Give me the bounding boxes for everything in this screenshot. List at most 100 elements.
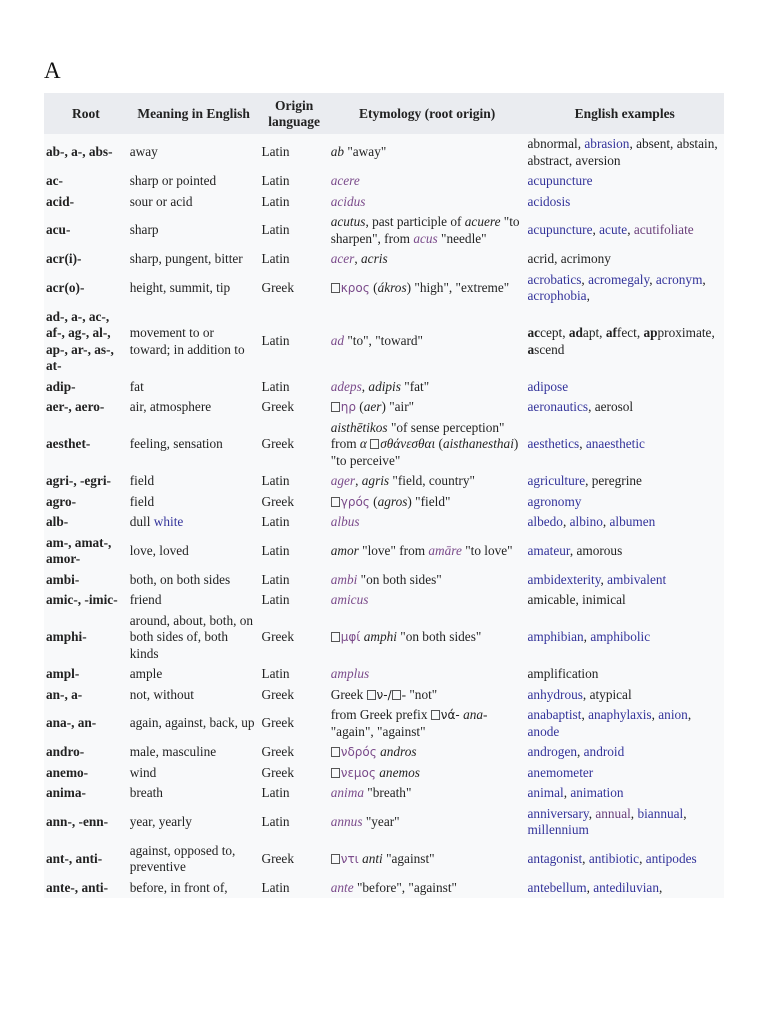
examples-cell: accept, adapt, affect, approximate, asce… [526,307,724,377]
example-link[interactable]: antipodes [646,851,697,866]
example-link[interactable]: androgen [528,744,577,759]
etymology-link[interactable]: amplus [331,666,369,681]
examples-cell: anemometer [526,763,724,784]
etymology-text: andros [380,744,417,759]
example-link[interactable]: acrophobia [528,288,587,303]
examples-cell: agriculture, peregrine [526,471,724,492]
example-link[interactable]: animal [528,785,564,800]
etymology-link[interactable]: annus [331,814,363,829]
example-link[interactable]: ambivalent [607,572,666,587]
etymology-link[interactable]: ντι [341,852,359,866]
example-link[interactable]: acromegaly [588,272,649,287]
example-link[interactable]: antediluvian [593,880,659,895]
example-link[interactable]: anniversary [528,806,589,821]
example-link[interactable]: antagonist [528,851,583,866]
etymology-link[interactable]: amicus [331,592,369,607]
header-examples[interactable]: English examples [525,93,724,134]
etymology-link[interactable]: amāre [428,543,461,558]
example-link[interactable]: acrobatics [528,272,582,287]
header-etymology[interactable]: Etymology (root origin) [328,93,526,134]
root-cell: acu- [46,222,71,238]
example-link[interactable]: acutifoliate [634,222,694,237]
etymology-text: agros [377,493,408,509]
example-text: , atypical [582,686,632,702]
etymology-link[interactable]: ager [331,473,355,488]
etymology-text: "breath" [363,785,412,800]
meaning-cell: friend [129,592,162,607]
example-link[interactable]: amphibian [528,629,584,644]
etymology-link[interactable]: acere [331,173,360,188]
header-root[interactable]: Root [44,93,128,134]
etymology-link[interactable]: acus [413,231,437,246]
etymology-link[interactable]: ante [331,880,354,895]
example-link[interactable]: anion [658,707,688,722]
etymology-link[interactable]: acer [331,251,355,266]
header-meaning[interactable]: Meaning in English [127,93,260,134]
etymology-link[interactable]: γρός [341,495,370,509]
example-link[interactable]: anabaptist [528,707,582,722]
header-origin-language[interactable]: Origin language [259,93,329,134]
etymology-text: amor [330,542,359,558]
example-link[interactable]: antibiotic [589,851,639,866]
etymology-cell: ηρ (aer) "air" [329,397,526,418]
root-cell: alb- [46,514,69,529]
example-link[interactable]: millennium [528,822,589,837]
example-link[interactable]: annual [595,806,630,821]
etymology-link[interactable]: adeps [331,379,362,394]
section-heading: A [44,58,61,83]
example-link[interactable]: anhydrous [528,687,583,702]
etymology-text: ( [369,279,378,295]
etymology-text: acris [361,251,388,266]
example-link[interactable]: albumen [610,514,656,529]
example-link[interactable]: agronomy [528,494,582,509]
etymology-link[interactable]: ηρ [341,400,356,414]
example-link[interactable]: android [584,744,625,759]
meaning-link[interactable]: white [154,514,184,529]
meaning-cell: sharp or pointed [129,173,217,188]
example-link[interactable]: albedo [528,514,563,529]
table-row: andro-male, masculine Greek νδρός andros an… [44,742,724,763]
example-link[interactable]: abrasion [584,136,629,151]
example-text: apt, [582,325,606,340]
example-link[interactable]: acronym [656,272,703,287]
etymology-link[interactable]: κρος [341,281,370,295]
etymology-cell: ante "before", "against" [329,878,526,899]
example-link[interactable]: aesthetics [528,436,580,451]
example-link[interactable]: adipose [528,379,569,394]
etymology-link[interactable]: albus [331,514,360,529]
example-link[interactable]: amateur [528,543,570,558]
etymology-cell: ad "to", "toward" [329,307,526,377]
example-link[interactable]: animation [570,785,623,800]
examples-cell: aeronautics, aerosol [526,397,724,418]
etymology-link[interactable]: μφί [341,630,361,644]
table-row: amphi-around, about, both, on both sides… [44,611,724,665]
etymology-link[interactable]: νεμος [341,766,376,780]
example-link[interactable]: acupuncture [528,173,593,188]
example-link[interactable]: acute [599,222,627,237]
etymology-link[interactable]: anima [331,785,364,800]
etymology-link[interactable]: ad [331,333,344,348]
example-link[interactable]: albino [570,514,603,529]
example-link[interactable]: aeronautics [528,399,589,414]
example-link[interactable]: agriculture [528,473,586,488]
example-link[interactable]: amphibolic [590,629,650,644]
etymology-text: "on both sides" [357,571,442,587]
example-link[interactable]: biannual [637,806,683,821]
etymology-text: aisthanesthai [442,436,514,451]
example-link[interactable]: anaesthetic [586,436,645,451]
table-row: ad-, a-, ac-, af-, ag-, al-, ap-, ar-, a… [44,307,724,377]
etymology-link[interactable]: ambi [331,572,358,587]
etymology-link[interactable]: νδρός [341,745,377,759]
example-link[interactable]: acupuncture [528,222,593,237]
example-text: , [658,879,663,895]
meaning-cell: around, about, both, on both sides of, b… [129,612,254,661]
example-link[interactable]: anode [528,724,560,739]
example-link[interactable]: acidosis [528,194,571,209]
table-row: acr(i)- sharp, pungent, bitter Latin acer, … [44,249,724,270]
example-link[interactable]: antebellum [528,880,587,895]
example-link[interactable]: ambidexterity [528,572,601,587]
example-link[interactable]: anaphylaxis [588,707,652,722]
etymology-link[interactable]: acidus [331,194,366,209]
etymology-text: , past participle of [365,214,465,229]
example-link[interactable]: anemometer [528,765,594,780]
